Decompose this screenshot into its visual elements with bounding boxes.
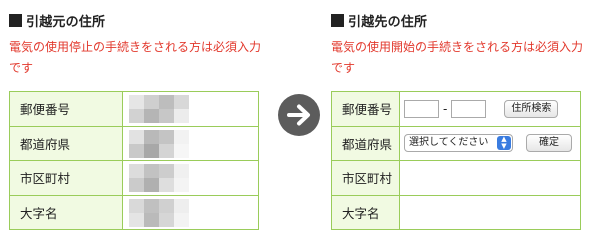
arrow-right-circle-icon	[278, 94, 320, 136]
destination-prefecture-cell: 選択してください ▲ ▼ 確定	[399, 125, 581, 161]
table-row: 大字名	[9, 194, 259, 230]
postal-code-first-input[interactable]	[404, 99, 439, 118]
destination-city-cell	[399, 160, 581, 196]
table-row: 都道府県	[9, 125, 259, 161]
pixelated-value	[129, 129, 189, 158]
table-row: 郵便番号 - 住所検索	[331, 91, 581, 127]
origin-address-title: 引越元の住所	[26, 14, 106, 30]
destination-oaza-cell	[399, 194, 581, 230]
origin-oaza-value	[122, 194, 259, 230]
destination-postal-code-cell: - 住所検索	[399, 91, 581, 127]
destination-address-heading: 引越先の住所	[331, 11, 428, 30]
origin-postal-code-value	[122, 91, 259, 127]
row-label-postal-code: 郵便番号	[331, 91, 400, 127]
row-label-city: 市区町村	[9, 160, 123, 196]
postal-code-second-input[interactable]	[451, 99, 487, 118]
postal-code-separator: -	[443, 101, 448, 116]
origin-address-heading: 引越元の住所	[9, 11, 106, 30]
heading-square-icon	[331, 13, 344, 27]
address-search-button[interactable]: 住所検索	[504, 99, 559, 118]
row-label-postal-code: 郵便番号	[9, 91, 123, 127]
chevron-updown-icon: ▲ ▼	[497, 136, 511, 151]
destination-address-title: 引越先の住所	[348, 14, 428, 30]
origin-city-value	[122, 160, 259, 196]
row-label-oaza: 大字名	[9, 194, 123, 230]
prefecture-select[interactable]: 選択してください ▲ ▼	[404, 134, 513, 153]
origin-address-table: 郵便番号 都道府県 市区町村 大字名	[9, 91, 259, 230]
row-label-prefecture: 都道府県	[9, 125, 123, 161]
table-row: 市区町村	[9, 160, 259, 196]
destination-address-table: 郵便番号 - 住所検索 都道府県 選択してください ▲ ▼ 確定 市区町村 大字名	[331, 91, 581, 230]
pixelated-value	[129, 164, 189, 192]
table-row: 郵便番号	[9, 91, 259, 127]
confirm-button[interactable]: 確定	[525, 134, 572, 153]
table-row: 大字名	[331, 194, 581, 230]
row-label-prefecture: 都道府県	[331, 125, 400, 161]
origin-prefecture-value	[122, 125, 259, 161]
row-label-oaza: 大字名	[331, 194, 400, 230]
pixelated-value	[129, 198, 189, 227]
row-label-city: 市区町村	[331, 160, 400, 196]
destination-required-note: 電気の使用開始の手続きをされる方は必須入力です	[331, 40, 584, 75]
pixelated-value	[129, 95, 189, 123]
origin-required-note: 電気の使用停止の手続きをされる方は必須入力です	[9, 40, 262, 75]
heading-square-icon	[9, 13, 22, 27]
prefecture-select-value: 選択してください	[409, 137, 489, 149]
table-row: 都道府県 選択してください ▲ ▼ 確定	[331, 125, 581, 161]
table-row: 市区町村	[331, 160, 581, 196]
